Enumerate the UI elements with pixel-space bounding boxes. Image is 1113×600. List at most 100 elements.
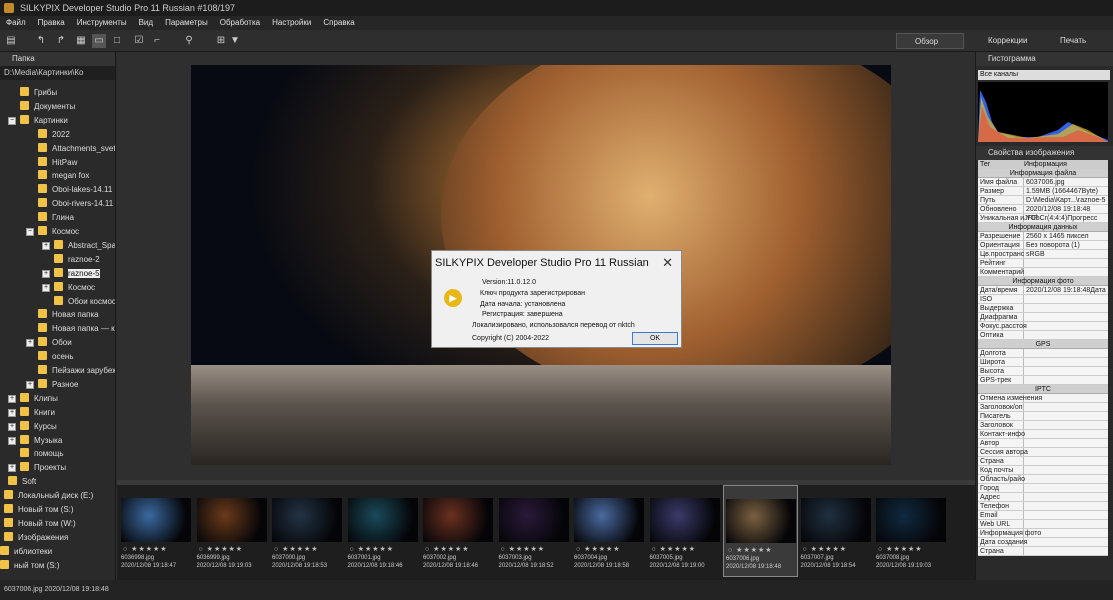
props-row[interactable]: Автор (978, 439, 1108, 448)
tree-item[interactable]: megan fox (38, 169, 89, 183)
tree-item[interactable]: − Космос (26, 225, 79, 239)
menu-process[interactable]: Обработка (214, 16, 266, 30)
props-row[interactable]: Код почты (978, 466, 1108, 475)
tree-item[interactable]: − Картинки (8, 114, 68, 128)
thumbnail[interactable]: ○ ★★★★★ 6037008.jpg 2020/12/08 19:19:03 (874, 485, 949, 577)
preview-view-icon[interactable]: ▭ (92, 34, 106, 48)
tree-item[interactable]: + Курсы (8, 420, 57, 434)
rating-stars[interactable]: ○ ★★★★★ (199, 545, 244, 553)
tree-item[interactable]: HitPaw (38, 156, 77, 170)
tree-item[interactable]: +Новый том (W:) (4, 517, 76, 531)
rotate-right-icon[interactable]: ↱ (54, 34, 68, 48)
tree-item[interactable]: + Космос (42, 281, 95, 295)
tree-item[interactable]: ный том (S:) (0, 559, 60, 573)
props-row[interactable]: GPS-трек (978, 376, 1108, 385)
tree-item[interactable]: Пейзажи зарубеж (38, 364, 115, 378)
menu-help[interactable]: Справка (317, 16, 360, 30)
props-row[interactable]: Писатель (978, 412, 1108, 421)
path-field[interactable]: D:\Media\Картинки\Ко (0, 66, 115, 80)
props-row[interactable]: Страна (978, 457, 1108, 466)
props-row[interactable]: Комментарий (978, 268, 1108, 277)
menu-edit[interactable]: Правка (32, 16, 71, 30)
rating-stars[interactable]: ○ ★★★★★ (501, 545, 546, 553)
menu-tools[interactable]: Инструменты (71, 16, 133, 30)
tree-item[interactable]: + Проекты (8, 461, 66, 475)
rating-stars[interactable]: ○ ★★★★★ (878, 545, 923, 553)
props-row[interactable]: Страна (978, 547, 1108, 556)
props-row[interactable]: Цв.пространс sRGB (978, 250, 1108, 259)
grid-view-icon[interactable]: ▦ (74, 34, 88, 48)
props-row[interactable]: Путь D:\Media\Карт...\raznoe-5 (978, 196, 1108, 205)
tree-item[interactable]: Документы (20, 100, 75, 114)
expand-icon[interactable]: + (26, 339, 34, 348)
tree-item[interactable]: +Изображения (4, 531, 68, 545)
props-row[interactable]: Долгота (978, 349, 1108, 358)
channel-select[interactable]: Все каналы (978, 70, 1110, 80)
props-row[interactable]: Фокус.расстоя (978, 322, 1108, 331)
props-row[interactable]: Web URL (978, 520, 1108, 529)
thumbnail[interactable]: ○ ★★★★★ 6037000.jpg 2020/12/08 19:18:53 (270, 485, 345, 577)
expand-icon[interactable]: + (26, 380, 34, 389)
tree-item[interactable]: Обои космос (54, 295, 115, 309)
tree-item[interactable]: Soft (8, 475, 36, 489)
thumbnail[interactable]: ○ ★★★★★ 6037007.jpg 2020/12/08 19:18:54 (799, 485, 874, 577)
tree-item[interactable]: Грибы (20, 86, 57, 100)
props-row[interactable]: Рейтинг (978, 259, 1108, 268)
tree-item[interactable]: помощь (20, 447, 63, 461)
props-row[interactable]: Адрес (978, 493, 1108, 502)
thumbnail[interactable]: ○ ★★★★★ 6037002.jpg 2020/12/08 19:18:46 (421, 485, 496, 577)
compare-icon[interactable]: ☑ (132, 34, 146, 48)
tree-item[interactable]: Attachments_svetk (38, 142, 115, 156)
rotate-left-icon[interactable]: ↰ (34, 34, 48, 48)
tree-item[interactable]: Глина (38, 211, 74, 225)
menu-file[interactable]: Файл (0, 16, 32, 30)
props-row[interactable]: Высота (978, 367, 1108, 376)
rating-stars[interactable]: ○ ★★★★★ (576, 545, 621, 553)
tree-item[interactable]: 2022 (38, 128, 70, 142)
props-row[interactable]: Диафрагма (978, 313, 1108, 322)
expand-icon[interactable]: + (42, 241, 50, 250)
thumbnail[interactable]: ○ ★★★★★ 6037001.jpg 2020/12/08 19:18:46 (346, 485, 421, 577)
props-row[interactable]: Обновлено 2020/12/08 19:18:48 (978, 205, 1108, 214)
expand-icon[interactable]: + (42, 269, 50, 278)
ok-button[interactable]: OK (632, 332, 678, 345)
tree-item[interactable]: Новая папка (38, 308, 99, 322)
props-row[interactable]: Email (978, 511, 1108, 520)
props-row[interactable]: ISO (978, 295, 1108, 304)
thumbnail[interactable]: ○ ★★★★★ 6036999.jpg 2020/12/08 19:19:03 (195, 485, 270, 577)
thumbnail[interactable]: ○ ★★★★★ 6036998.jpg 2020/12/08 19:18:47 (119, 485, 194, 577)
props-row[interactable]: Широта (978, 358, 1108, 367)
tree-item[interactable]: + Разное (26, 378, 78, 392)
mode-print[interactable]: Печать (1042, 33, 1106, 49)
search-icon[interactable]: ⚲ (182, 34, 196, 48)
expand-icon[interactable]: + (8, 436, 16, 445)
props-row[interactable]: Заголовок (978, 421, 1108, 430)
props-row[interactable]: Информация фото (978, 529, 1108, 538)
menu-params[interactable]: Параметры (159, 16, 214, 30)
thumbnail[interactable]: ○ ★★★★★ 6037006.jpg 2020/12/08 19:18:48 (723, 485, 798, 577)
expand-icon[interactable]: + (8, 422, 16, 431)
tree-item[interactable]: raznoe-2 (54, 253, 100, 267)
rating-stars[interactable]: ○ ★★★★★ (652, 545, 697, 553)
menu-settings[interactable]: Настройки (266, 16, 317, 30)
props-row[interactable]: Город (978, 484, 1108, 493)
tree-item[interactable]: +Новый том (S:) (4, 503, 74, 517)
collapse-icon[interactable]: − (26, 228, 34, 236)
expand-icon[interactable]: + (8, 394, 16, 403)
tree-item[interactable]: + Книги (8, 406, 55, 420)
tree-item[interactable]: + Музыка (8, 434, 62, 448)
marker-icon[interactable]: ⌐ (150, 34, 164, 48)
tree-item[interactable]: Oboi-lakes-14.11 (38, 183, 112, 197)
thumbnail[interactable]: ○ ★★★★★ 6037004.jpg 2020/12/08 19:18:58 (572, 485, 647, 577)
filter-icon[interactable]: ▼ (228, 34, 242, 48)
rating-stars[interactable]: ○ ★★★★★ (425, 545, 470, 553)
menu-view[interactable]: Вид (133, 16, 159, 30)
tree-item[interactable]: Oboi-rivers-14.11 (38, 197, 113, 211)
props-row[interactable]: Имя файла 6037006.jpg (978, 178, 1108, 187)
rating-stars[interactable]: ○ ★★★★★ (274, 545, 319, 553)
mode-corrections[interactable]: Коррекции (970, 33, 1040, 49)
props-row[interactable]: Ориентация Без поворота (1) (978, 241, 1108, 250)
rating-stars[interactable]: ○ ★★★★★ (123, 545, 168, 553)
props-row[interactable]: Отмена изменения (978, 394, 1108, 403)
thumbnail[interactable]: ○ ★★★★★ 6037005.jpg 2020/12/08 19:19:00 (648, 485, 723, 577)
